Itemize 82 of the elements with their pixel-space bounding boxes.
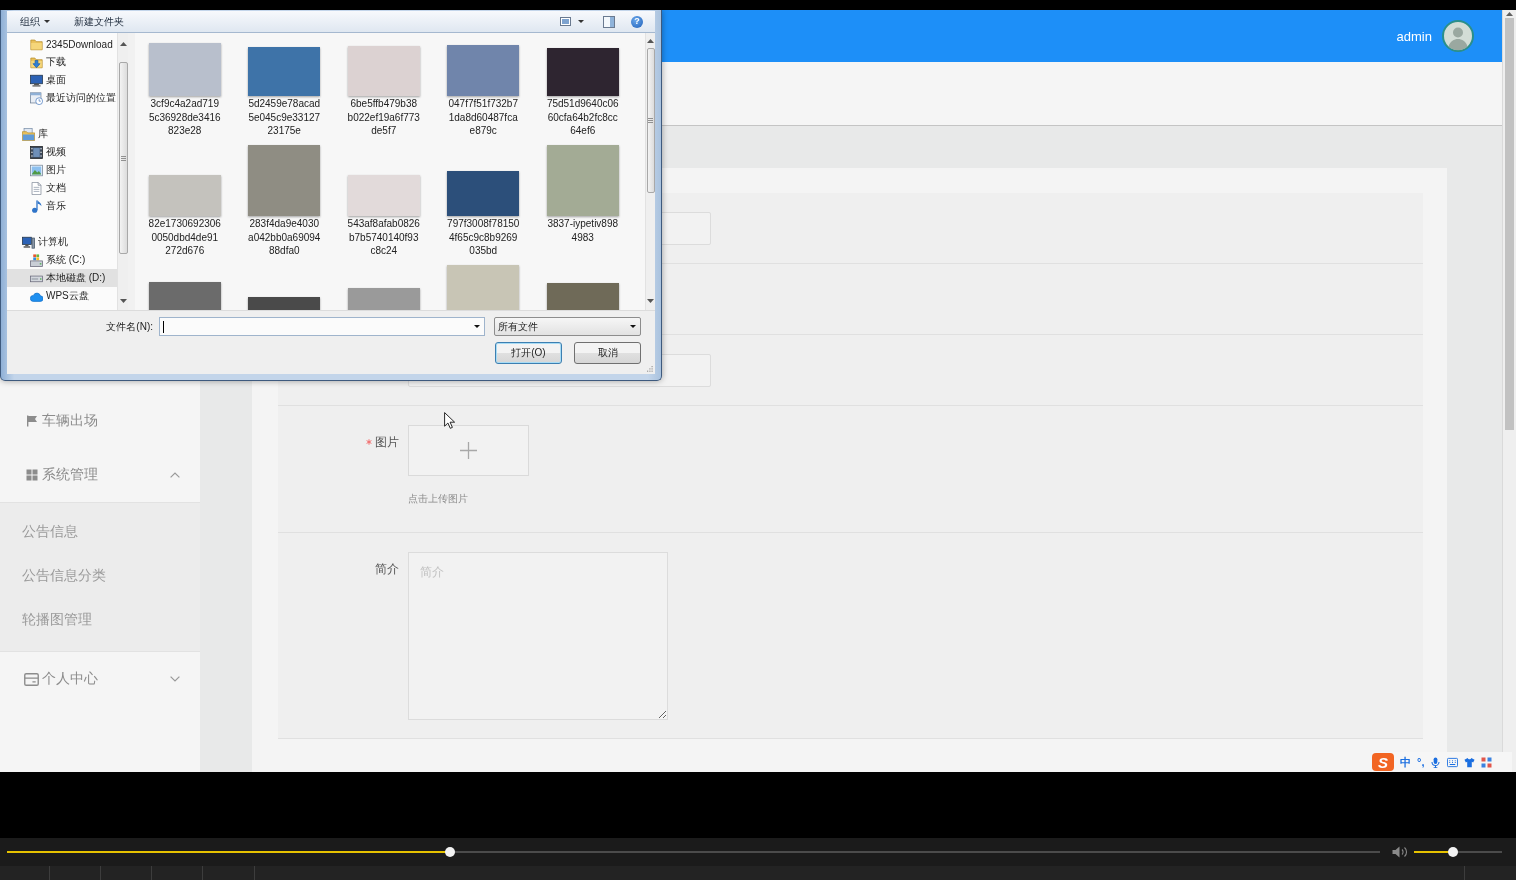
scrollbar[interactable]: [1502, 10, 1516, 772]
mouse-pointer-icon: [444, 412, 455, 429]
punctuation-toggle[interactable]: °,: [1417, 756, 1425, 768]
music-note-icon: [30, 199, 43, 213]
shirt-icon[interactable]: [1464, 756, 1476, 768]
document-icon: [30, 181, 43, 195]
microphone-icon[interactable]: [1430, 756, 1442, 768]
cancel-button[interactable]: 取消: [574, 342, 641, 364]
resize-grip-icon[interactable]: [647, 366, 653, 372]
text-cursor-icon: [163, 320, 164, 333]
caret-icon: [44, 20, 50, 23]
scrollbar-thumb[interactable]: [1505, 18, 1514, 430]
monitor-icon: [30, 73, 43, 87]
nav-item[interactable]: WPS云盘: [7, 287, 117, 305]
grid-icon: [26, 469, 38, 481]
nav-item[interactable]: 库: [7, 125, 117, 143]
plus-icon: [460, 442, 477, 459]
file-name[interactable]: 75d51d9640c06 60cfa64b2fc8cc 64ef6: [546, 97, 619, 138]
file-name[interactable]: 82e1730692306 0050dbd4de91 272d676: [148, 217, 221, 258]
view-button[interactable]: [560, 17, 584, 26]
file-name[interactable]: 047f7f51f732b7 1da8d60487fca e879c: [448, 97, 518, 138]
field-label: 简介: [375, 562, 399, 576]
scrollbar[interactable]: [645, 33, 655, 310]
view-icon: [560, 17, 571, 26]
file-name[interactable]: 3837-iypetiv898 4983: [547, 217, 619, 258]
file-type-dropdown[interactable]: 所有文件: [494, 317, 641, 336]
nav-item[interactable]: 视频: [7, 143, 117, 161]
speaker-icon[interactable]: [1392, 846, 1408, 858]
preview-pane-icon[interactable]: [603, 15, 615, 28]
grip-icon: [648, 118, 653, 123]
upload-box[interactable]: [408, 425, 529, 476]
arrow-down-icon[interactable]: [647, 299, 654, 303]
folder-icon: [30, 37, 43, 51]
caret-icon: [578, 20, 584, 23]
computer-icon: [22, 235, 35, 249]
nav-item[interactable]: 文档: [7, 179, 117, 197]
arrow-down-icon[interactable]: [119, 299, 127, 303]
picture-icon: [30, 163, 43, 177]
film-icon: [30, 145, 43, 159]
new-folder-button[interactable]: 新建文件夹: [74, 15, 124, 28]
slider-thumb[interactable]: [445, 847, 456, 857]
nav-item[interactable]: 下载: [7, 53, 117, 71]
download-folder-icon: [30, 55, 43, 69]
file-name-field[interactable]: [159, 317, 485, 336]
file-name[interactable]: 797f3008f78150 4f65c9c8b9269 035bd: [447, 217, 520, 258]
card-icon: [24, 672, 39, 686]
nav-item[interactable]: 2345Download: [7, 35, 117, 53]
dropdown-arrow-icon: [630, 325, 636, 328]
folder-stack-icon: [22, 127, 35, 141]
nav-item[interactable]: 系统 (C:): [7, 251, 117, 269]
drive-icon: [30, 253, 43, 267]
file-name[interactable]: 543af8afab0826 b7b5740140f93 c8c24: [347, 217, 420, 258]
nav-item[interactable]: 桌面: [7, 71, 117, 89]
keyboard-icon[interactable]: [1447, 756, 1459, 768]
dropdown-arrow-icon[interactable]: [474, 325, 480, 328]
file-name[interactable]: 3cf9c4a2ad719 5c36928de3416 823e28: [148, 97, 221, 138]
grid-icon[interactable]: [1481, 756, 1493, 768]
arrow-up-icon[interactable]: [647, 39, 654, 43]
window-clock-icon: [30, 91, 43, 105]
open-button[interactable]: 打开(O): [495, 342, 562, 364]
input-mode-toggle[interactable]: 中: [1400, 756, 1411, 768]
scrollbar[interactable]: [117, 33, 128, 310]
slider-thumb[interactable]: [1447, 847, 1458, 857]
flag-icon: [26, 415, 38, 427]
scrollbar-thumb[interactable]: [646, 48, 655, 193]
field-label: 图片: [375, 435, 399, 449]
grip-icon: [120, 155, 126, 161]
arrow-up-icon[interactable]: [1506, 12, 1513, 16]
file-name[interactable]: 283f4da9e4030 a042bb0a69094 88dfa0: [248, 217, 321, 258]
nav-item[interactable]: 音乐: [7, 197, 117, 215]
file-name[interactable]: 5d2459e78acad 5e045c9e33127 23175e: [248, 97, 321, 138]
scrollbar-thumb[interactable]: [118, 62, 128, 254]
nav-item[interactable]: 计算机: [7, 233, 117, 251]
arrow-up-icon[interactable]: [119, 42, 127, 46]
organize-button[interactable]: 组织: [20, 15, 50, 28]
file-name-label: 文件名(N):: [105, 319, 154, 334]
upload-hint: 点击上传图片: [408, 492, 468, 506]
file-name[interactable]: 6be5ffb479b38 b022ef19a6f773 de5f7: [347, 97, 420, 138]
nav-item[interactable]: 最近访问的位置: [7, 89, 117, 107]
nav-item[interactable]: 本地磁盘 (D:): [7, 269, 117, 287]
nav-item[interactable]: 图片: [7, 161, 117, 179]
avatar-icon[interactable]: [1442, 20, 1474, 52]
